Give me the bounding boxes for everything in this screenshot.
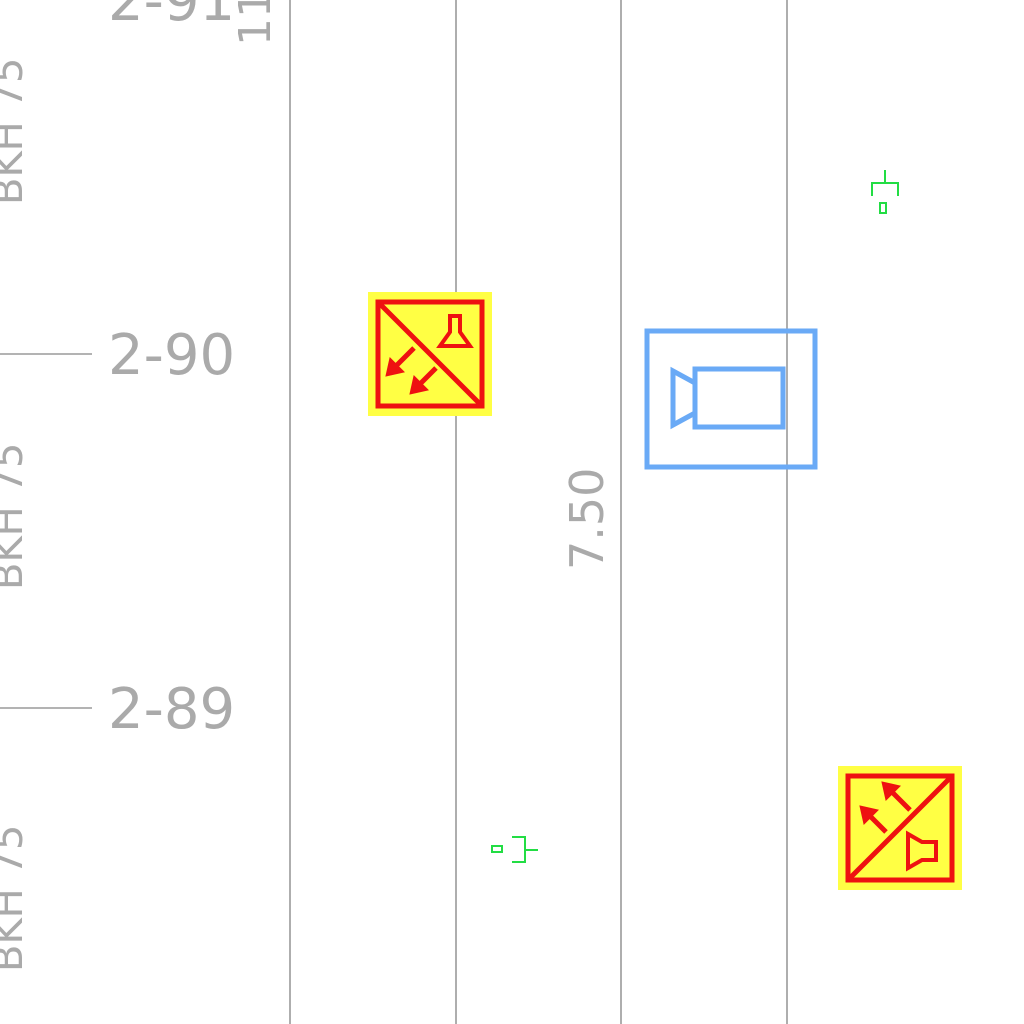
receptacle-icon[interactable] [871, 170, 899, 214]
cctv-camera-icon[interactable] [644, 328, 818, 470]
side-label-middle: BKH 75 [0, 443, 32, 590]
clipped-label: 11 [230, 0, 281, 46]
side-label-bottom: BKH 75 [0, 825, 32, 972]
receptacle-icon-bottom[interactable] [491, 836, 538, 863]
grid-label-top: 2-91 [108, 0, 235, 34]
grid-label-upper: 2-90 [108, 323, 235, 388]
floor-plan-canvas: 2-91 2-90 2-89 BKH 75 BKH 75 BKH 75 11 7… [0, 0, 962, 1024]
side-labels: BKH 75 BKH 75 BKH 75 [0, 58, 32, 972]
grid-label-lower: 2-89 [108, 677, 235, 742]
grid-labels: 2-91 2-90 2-89 [108, 0, 235, 742]
emergency-speaker-sign-icon[interactable] [368, 292, 492, 416]
lane-lines [289, 0, 788, 1024]
emergency-speaker-sign-icon-lower[interactable] [838, 766, 962, 890]
side-label-top: BKH 75 [0, 58, 32, 205]
dimension-label: 7.50 [560, 468, 614, 570]
